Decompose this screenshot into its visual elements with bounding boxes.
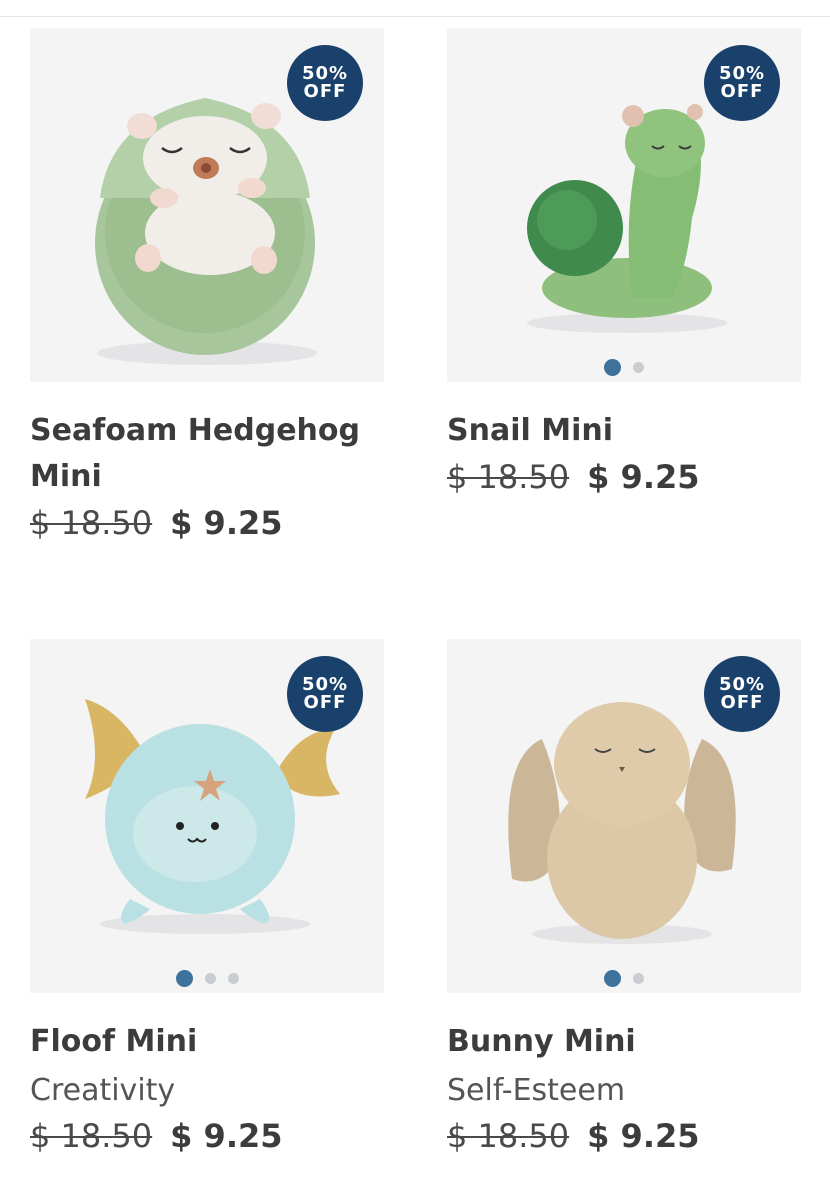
badge-off: OFF	[303, 81, 347, 102]
badge-off: OFF	[303, 692, 347, 713]
product-name[interactable]: Snail Mini	[447, 408, 801, 454]
price-row: $ 18.50 $ 9.25	[30, 1117, 384, 1155]
carousel-dots	[447, 359, 801, 376]
carousel-dots	[447, 970, 801, 987]
carousel-dot-2[interactable]	[633, 362, 644, 373]
top-divider	[0, 16, 830, 17]
product-card-snail[interactable]: 50% OFF Snail Mini $ 18.50 $ 9.25	[447, 28, 801, 496]
carousel-dot-2[interactable]	[633, 973, 644, 984]
product-name[interactable]: Floof Mini	[30, 1019, 384, 1065]
discount-badge: 50% OFF	[704, 656, 780, 732]
product-card-hedgehog[interactable]: 50% OFF Seafoam Hedgehog Mini $ 18.50 $ …	[30, 28, 384, 542]
price-row: $ 18.50 $ 9.25	[447, 1117, 801, 1155]
carousel-dot-2[interactable]	[204, 973, 216, 984]
carousel-dot-1[interactable]	[604, 970, 621, 987]
original-price: $ 18.50	[30, 504, 153, 542]
sale-price: $ 9.25	[170, 504, 283, 542]
carousel-dots	[30, 970, 384, 987]
product-image-snail[interactable]: 50% OFF	[447, 28, 801, 382]
product-name[interactable]: Seafoam Hedgehog Mini	[30, 408, 384, 500]
badge-off: OFF	[720, 692, 764, 713]
badge-off: OFF	[720, 81, 764, 102]
product-subtitle: Creativity	[30, 1073, 176, 1108]
discount-badge: 50% OFF	[287, 45, 363, 121]
product-image-bunny[interactable]: 50% OFF	[447, 639, 801, 993]
product-name[interactable]: Bunny Mini	[447, 1019, 801, 1065]
carousel-dot-3[interactable]	[227, 973, 239, 984]
carousel-dot-1[interactable]	[604, 359, 621, 376]
product-card-floof[interactable]: 50% OFF Floof Mini Creativity $ 18.50 $ …	[30, 639, 384, 1155]
original-price: $ 18.50	[447, 458, 570, 496]
product-image-hedgehog[interactable]: 50% OFF	[30, 28, 384, 382]
original-price: $ 18.50	[447, 1117, 570, 1155]
price-row: $ 18.50 $ 9.25	[30, 504, 384, 542]
discount-badge: 50% OFF	[287, 656, 363, 732]
sale-price: $ 9.25	[170, 1117, 283, 1155]
carousel-dot-1[interactable]	[175, 970, 193, 987]
product-card-bunny[interactable]: 50% OFF Bunny Mini Self-Esteem $ 18.50 $…	[447, 639, 801, 1155]
discount-badge: 50% OFF	[704, 45, 780, 121]
product-subtitle: Self-Esteem	[447, 1073, 626, 1108]
product-image-floof[interactable]: 50% OFF	[30, 639, 384, 993]
price-row: $ 18.50 $ 9.25	[447, 458, 801, 496]
sale-price: $ 9.25	[587, 458, 700, 496]
sale-price: $ 9.25	[587, 1117, 700, 1155]
original-price: $ 18.50	[30, 1117, 153, 1155]
